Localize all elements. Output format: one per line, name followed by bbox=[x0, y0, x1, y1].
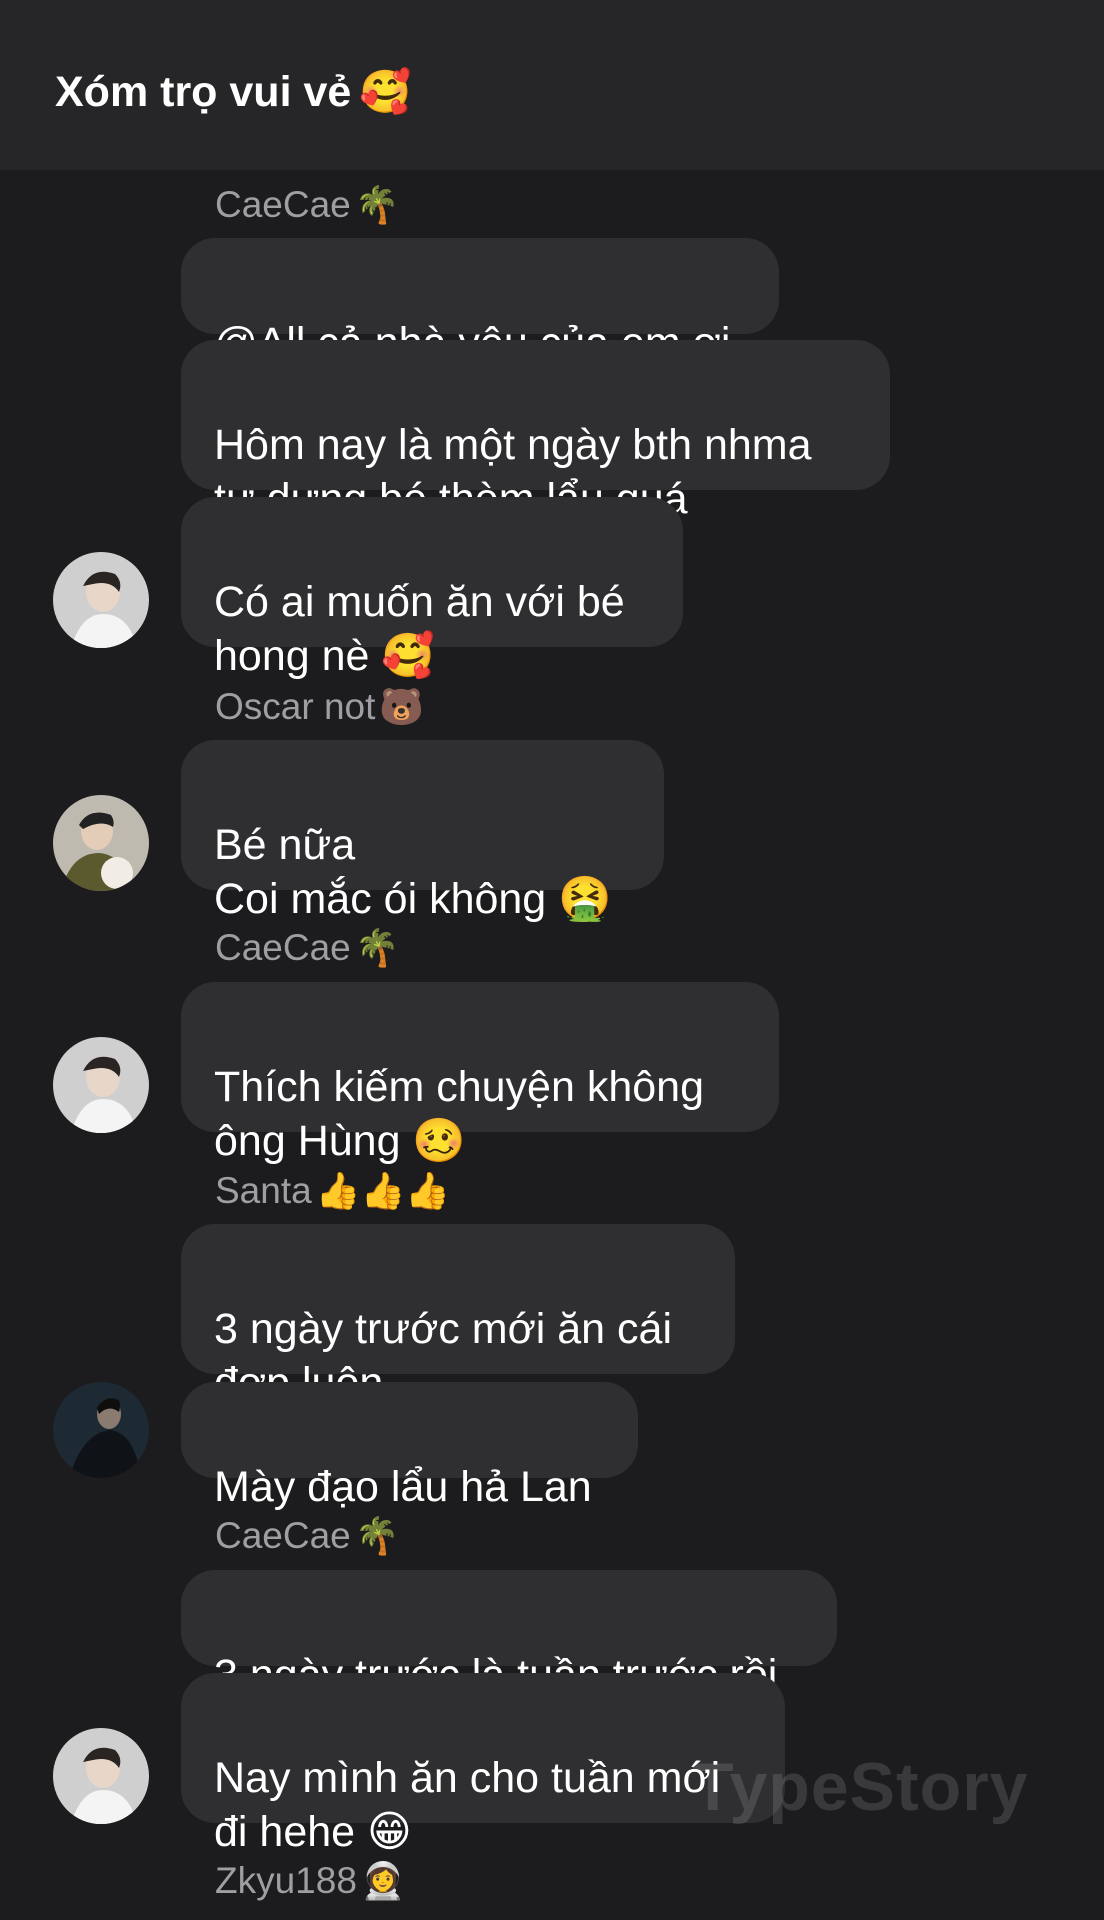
message-bubble[interactable]: @All cả nhà yêu của em ơi bbox=[181, 238, 779, 367]
sender-label: CaeCae bbox=[215, 184, 351, 225]
avatar-image bbox=[53, 1382, 149, 1478]
sender-label: Oscar not bbox=[215, 686, 376, 727]
message-text: Bé nữa Coi mắc ói không 🤮 bbox=[214, 821, 612, 923]
sender-label: Santa bbox=[215, 1170, 312, 1211]
message-bubble[interactable]: 3 ngày trước là tuần trước rồi bbox=[181, 1570, 837, 1699]
sender-label: CaeCae bbox=[215, 1515, 351, 1556]
avatar[interactable] bbox=[53, 795, 149, 891]
palm-tree-emoji-icon: 🌴 bbox=[354, 928, 400, 969]
palm-tree-emoji-icon: 🌴 bbox=[354, 185, 400, 226]
bear-emoji-icon: 🐻 bbox=[379, 687, 425, 728]
avatar-image bbox=[53, 1037, 149, 1133]
message-bubble[interactable]: 3 ngày trước mới ăn cái đợp luôn bbox=[181, 1224, 735, 1407]
chat-title[interactable]: Xóm trọ vui vẻ 🥰 bbox=[55, 64, 412, 120]
avatar[interactable] bbox=[53, 1728, 149, 1824]
sender-name: CaeCae 🌴 bbox=[215, 925, 400, 971]
chat-title-text: Xóm trọ vui vẻ bbox=[55, 68, 352, 116]
avatar[interactable] bbox=[53, 1382, 149, 1478]
chat-header: Xóm trọ vui vẻ 🥰 bbox=[0, 0, 1104, 170]
avatar-image bbox=[53, 795, 149, 891]
smiling-hearts-emoji-icon: 🥰 bbox=[359, 67, 412, 116]
avatar-image bbox=[53, 1728, 149, 1824]
avatar[interactable] bbox=[53, 1037, 149, 1133]
message-bubble[interactable]: Mày đạo lẩu hả Lan bbox=[181, 1382, 638, 1511]
message-text: Mày đạo lẩu hả Lan bbox=[214, 1463, 592, 1511]
sender-label: CaeCae bbox=[215, 927, 351, 968]
message-bubble[interactable]: Bé nữa Coi mắc ói không 🤮 bbox=[181, 740, 664, 923]
message-bubble[interactable]: Có ai muốn ăn với bé hong nè 🥰 bbox=[181, 497, 683, 680]
astronaut-emoji-icon: 👩‍🚀 bbox=[360, 1861, 406, 1902]
sender-label: Zkyu188 bbox=[215, 1860, 357, 1901]
palm-tree-emoji-icon: 🌴 bbox=[354, 1516, 400, 1557]
message-text: Nay mình ăn cho tuần mới đi hehe 😁 bbox=[214, 1754, 721, 1856]
avatar-image bbox=[53, 552, 149, 648]
message-bubble[interactable]: Thích kiếm chuyện không ông Hùng 🥴 bbox=[181, 982, 779, 1165]
message-text: Có ai muốn ăn với bé hong nè 🥰 bbox=[214, 578, 625, 680]
thumbs-up-emoji-icon: 👍👍👍 bbox=[315, 1171, 451, 1212]
watermark: TypeStory bbox=[692, 1749, 1029, 1825]
sender-name: Santa 👍👍👍 bbox=[215, 1168, 450, 1214]
message-bubble[interactable]: Hôm nay là một ngày bth nhma tự dưng bé … bbox=[181, 340, 890, 523]
message-text: Thích kiếm chuyện không ông Hùng 🥴 bbox=[214, 1063, 704, 1165]
sender-name: Oscar not 🐻 bbox=[215, 684, 424, 730]
sender-name: CaeCae 🌴 bbox=[215, 182, 400, 228]
sender-name: Zkyu188 👩‍🚀 bbox=[215, 1858, 406, 1904]
sender-name: CaeCae 🌴 bbox=[215, 1513, 400, 1559]
avatar[interactable] bbox=[53, 552, 149, 648]
